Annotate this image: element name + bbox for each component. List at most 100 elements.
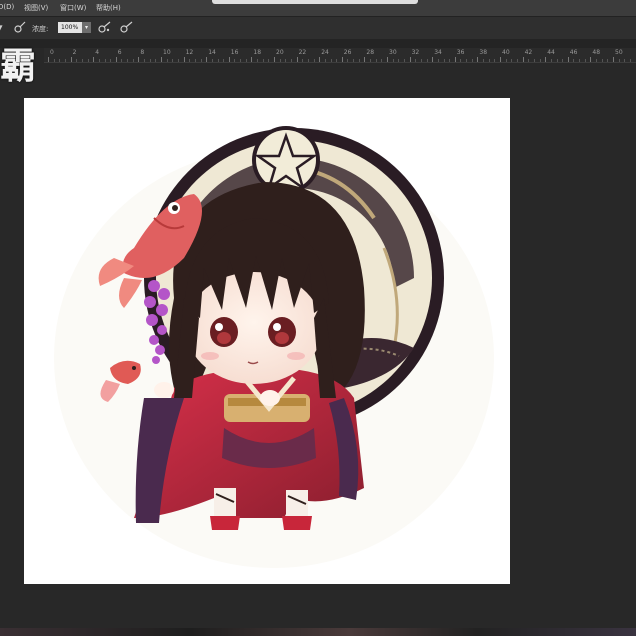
ruler-minor-tick: [505, 59, 507, 62]
document-title-tab[interactable]: [212, 0, 418, 4]
ruler-minor-tick: [375, 59, 377, 62]
pressure-opacity-icon[interactable]: [98, 21, 112, 36]
ruler-tick: [477, 57, 479, 62]
ruler-minor-tick: [516, 59, 518, 62]
ruler-minor-tick: [87, 59, 89, 62]
ruler-label: 24: [321, 49, 329, 56]
ruler-minor-tick: [53, 59, 55, 62]
ruler-tick: [522, 57, 524, 62]
ruler-minor-tick: [200, 59, 202, 62]
ruler-minor-tick: [268, 59, 270, 62]
ruler-minor-tick: [494, 59, 496, 62]
ruler-minor-tick: [98, 59, 100, 62]
ruler-minor-tick: [539, 59, 541, 62]
ruler-tick: [387, 57, 388, 62]
ruler-minor-tick: [420, 59, 422, 62]
ruler-label: 22: [298, 49, 307, 56]
brush-icon[interactable]: ▾: [0, 21, 3, 34]
ruler-minor-tick: [471, 59, 473, 62]
ruler-label: 50: [615, 49, 623, 56]
ruler-minor-tick: [81, 59, 83, 62]
ruler-minor-tick: [290, 59, 292, 62]
ruler-minor-tick: [607, 59, 609, 62]
ruler-minor-tick: [483, 59, 485, 62]
ruler-tick: [296, 57, 298, 62]
ruler-tick: [364, 57, 366, 62]
menu-item-d[interactable]: D(D): [0, 3, 14, 11]
ruler-minor-tick: [449, 59, 451, 62]
ruler-tick: [409, 57, 411, 62]
ruler-tick: [274, 57, 275, 62]
ruler-minor-tick: [302, 59, 304, 62]
ruler-label: 6: [117, 49, 122, 56]
ruler-tick: [319, 57, 321, 62]
ruler-minor-tick: [336, 59, 338, 62]
ruler-minor-tick: [618, 59, 620, 62]
ruler-minor-tick: [285, 59, 287, 62]
ruler-minor-tick: [211, 59, 213, 62]
ruler-minor-tick: [398, 59, 400, 62]
menu-item-window[interactable]: 窗口(W): [60, 3, 86, 13]
ruler-minor-tick: [511, 59, 513, 62]
ruler-label: 28: [366, 49, 375, 56]
ruler-label: 44: [547, 49, 555, 56]
ruler-tick: [500, 57, 501, 62]
ruler-label: 48: [592, 49, 601, 56]
ruler-minor-tick: [172, 59, 174, 62]
ruler-label: 42: [524, 49, 533, 56]
opacity-dropdown[interactable]: ▾: [82, 22, 91, 33]
pressure-size-icon[interactable]: [120, 21, 134, 36]
ruler-tick: [138, 57, 140, 62]
ruler-label: 20: [276, 49, 284, 56]
ruler-minor-tick: [127, 59, 129, 62]
opacity-field[interactable]: 100%: [58, 22, 82, 33]
ruler-minor-tick: [217, 59, 219, 62]
ruler-minor-tick: [166, 59, 168, 62]
ruler-minor-tick: [437, 59, 439, 62]
ruler-tick: [454, 57, 456, 62]
ruler-label: 16: [230, 49, 239, 56]
horizontal-ruler[interactable]: 0 2 4 6 8 10 12 14 16 18 20 22 24 26 28 30 32 34 36 38 40 42 4…: [44, 48, 636, 63]
ruler-label: 40: [502, 49, 510, 56]
ruler-minor-tick: [110, 59, 112, 62]
ruler-minor-tick: [132, 59, 134, 62]
ruler-minor-tick: [528, 59, 530, 62]
ruler-minor-tick: [313, 59, 315, 62]
options-bar: ▾ 浓度: 100% ▾: [0, 16, 636, 39]
ruler-minor-tick: [347, 59, 349, 62]
ruler-minor-tick: [59, 59, 61, 62]
ruler-tick: [432, 57, 434, 62]
ruler-minor-tick: [584, 59, 586, 62]
ruler-label: 0: [50, 49, 54, 56]
airbrush-icon[interactable]: [14, 21, 26, 36]
ruler-label: 32: [411, 49, 420, 56]
ruler-minor-tick: [415, 59, 417, 62]
ruler-minor-tick: [240, 59, 242, 62]
ruler-label: 46: [569, 49, 578, 56]
ruler-minor-tick: [624, 59, 626, 62]
ruler-label: 8: [140, 49, 145, 56]
ruler-minor-tick: [262, 59, 264, 62]
ruler-minor-tick: [579, 59, 581, 62]
ruler-label: 4: [95, 49, 100, 56]
document-canvas[interactable]: [24, 98, 510, 584]
ruler-tick: [567, 57, 569, 62]
ruler-minor-tick: [596, 59, 598, 62]
ruler-tick: [613, 57, 614, 62]
ruler-minor-tick: [403, 59, 405, 62]
ruler-label: 14: [208, 49, 216, 56]
ruler-minor-tick: [466, 59, 468, 62]
ruler-tick: [341, 57, 343, 62]
ruler-label: 12: [185, 49, 194, 56]
ruler-minor-tick: [562, 59, 564, 62]
ruler-label: 18: [253, 49, 262, 56]
ruler-minor-tick: [144, 59, 146, 62]
ruler-label: 26: [343, 49, 352, 56]
menu-item-help[interactable]: 帮助(H): [96, 3, 121, 13]
ruler-tick: [590, 57, 592, 62]
ruler-minor-tick: [279, 59, 281, 62]
menu-item-view[interactable]: 视图(V): [24, 3, 48, 13]
menu-bar: D(D) 视图(V) 窗口(W) 帮助(H): [0, 0, 636, 16]
chibi-artwork: [54, 126, 494, 568]
ruler-minor-tick: [104, 59, 106, 62]
